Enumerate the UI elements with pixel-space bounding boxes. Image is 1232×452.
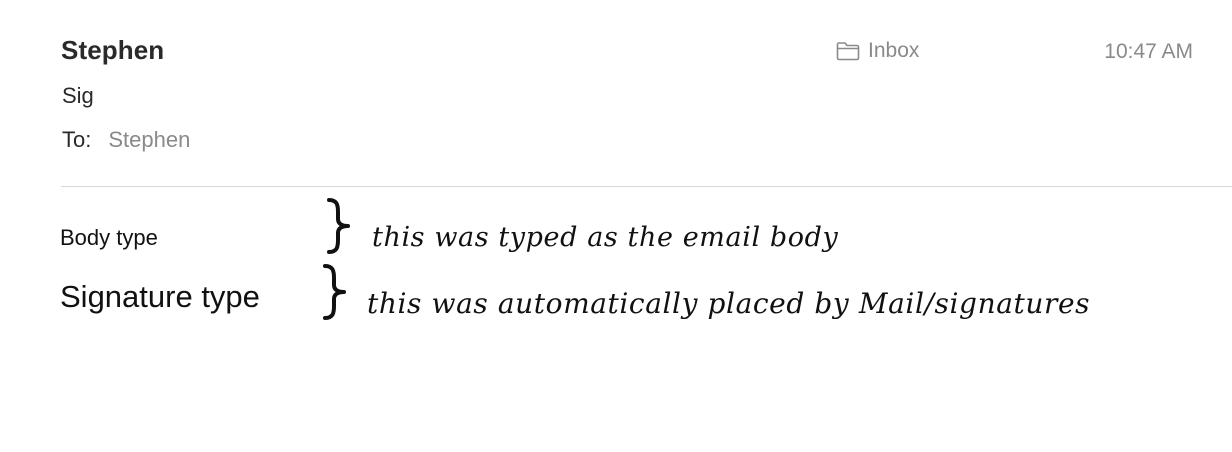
mailbox-label: Inbox [868,39,920,62]
annotation-body-note: this was typed as the email body [372,222,839,253]
body-text: Body type [60,225,158,250]
brace-annotation-body [322,197,352,259]
message-time: 10:47 AM [1104,40,1193,63]
message-subject: Sig [62,83,94,108]
to-label: To: [62,127,92,152]
header-divider [61,186,1232,187]
recipient-row: To: Stephen [62,127,190,153]
message-header: Stephen Inbox 10:47 AM Sig To: Stephen [0,0,1232,187]
mailbox-indicator[interactable]: Inbox [836,39,919,63]
sender-name[interactable]: Stephen [61,35,164,66]
folder-icon [836,41,860,61]
annotation-signature-note: this was automatically placed by Mail/si… [367,287,1091,320]
recipient-name[interactable]: Stephen [108,127,190,153]
brace-annotation-signature [318,263,348,325]
signature-text: Signature type [60,279,260,314]
